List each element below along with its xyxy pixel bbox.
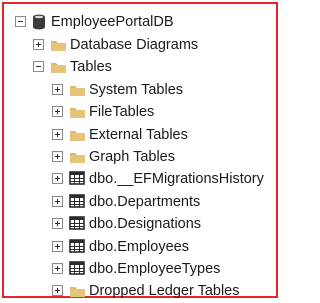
expand-toggle[interactable] — [52, 263, 63, 274]
expand-toggle[interactable] — [52, 173, 63, 184]
tree-node-table-efmigrationshistory[interactable]: dbo.__EFMigrationsHistory — [4, 168, 276, 190]
table-icon — [69, 261, 86, 277]
expand-toggle[interactable] — [52, 241, 63, 252]
tree-node-table-employees[interactable]: dbo.Employees — [4, 236, 276, 258]
tree-node-label: dbo.Employees — [89, 239, 189, 255]
table-icon — [69, 194, 86, 210]
expand-toggle[interactable] — [52, 151, 63, 162]
expand-toggle[interactable] — [52, 218, 63, 229]
expand-toggle[interactable] — [52, 196, 63, 207]
folder-icon — [50, 59, 67, 75]
collapse-toggle[interactable] — [33, 61, 44, 72]
tree-node-label: dbo.EmployeeTypes — [89, 261, 221, 277]
tree-node-table-designations[interactable]: dbo.Designations — [4, 213, 276, 235]
tree-node-dropped-ledger-tables[interactable]: Dropped Ledger Tables — [4, 280, 276, 302]
tree-node-external-tables[interactable]: External Tables — [4, 124, 276, 146]
object-explorer-panel: EmployeePortalDB Database Diagrams Table… — [2, 2, 278, 299]
tree-node-label: External Tables — [89, 127, 188, 143]
database-icon — [32, 14, 49, 30]
tree-node-label: dbo.Designations — [89, 216, 202, 232]
folder-icon — [69, 283, 86, 299]
tree-node-tables[interactable]: Tables — [4, 56, 276, 78]
expand-toggle[interactable] — [52, 84, 63, 95]
folder-icon — [50, 37, 67, 53]
tree-node-label: FileTables — [89, 104, 155, 120]
expand-toggle[interactable] — [52, 285, 63, 296]
tree-node-label: dbo.Departments — [89, 194, 201, 210]
tree-node-database-diagrams[interactable]: Database Diagrams — [4, 34, 276, 56]
collapse-toggle[interactable] — [15, 16, 26, 27]
expand-toggle[interactable] — [52, 106, 63, 117]
tree-node-label: EmployeePortalDB — [51, 14, 174, 30]
tree-node-table-departments[interactable]: dbo.Departments — [4, 191, 276, 213]
object-explorer-tree: EmployeePortalDB Database Diagrams Table… — [4, 4, 276, 299]
tree-node-table-employeetypes[interactable]: dbo.EmployeeTypes — [4, 258, 276, 280]
tree-node-label: Dropped Ledger Tables — [89, 283, 240, 299]
tree-node-filetables[interactable]: FileTables — [4, 101, 276, 123]
expand-toggle[interactable] — [33, 39, 44, 50]
tree-node-database[interactable]: EmployeePortalDB — [4, 11, 276, 33]
table-icon — [69, 239, 86, 255]
tree-node-system-tables[interactable]: System Tables — [4, 79, 276, 101]
tree-node-label: System Tables — [89, 82, 184, 98]
tree-node-label: Graph Tables — [89, 149, 175, 165]
expand-toggle[interactable] — [52, 129, 63, 140]
tree-node-label: dbo.__EFMigrationsHistory — [89, 171, 264, 187]
folder-icon — [69, 104, 86, 120]
tree-node-label: Database Diagrams — [70, 37, 199, 53]
folder-icon — [69, 82, 86, 98]
folder-icon — [69, 127, 86, 143]
tree-node-graph-tables[interactable]: Graph Tables — [4, 146, 276, 168]
table-icon — [69, 216, 86, 232]
table-icon — [69, 171, 86, 187]
tree-node-label: Tables — [70, 59, 112, 75]
folder-icon — [69, 149, 86, 165]
